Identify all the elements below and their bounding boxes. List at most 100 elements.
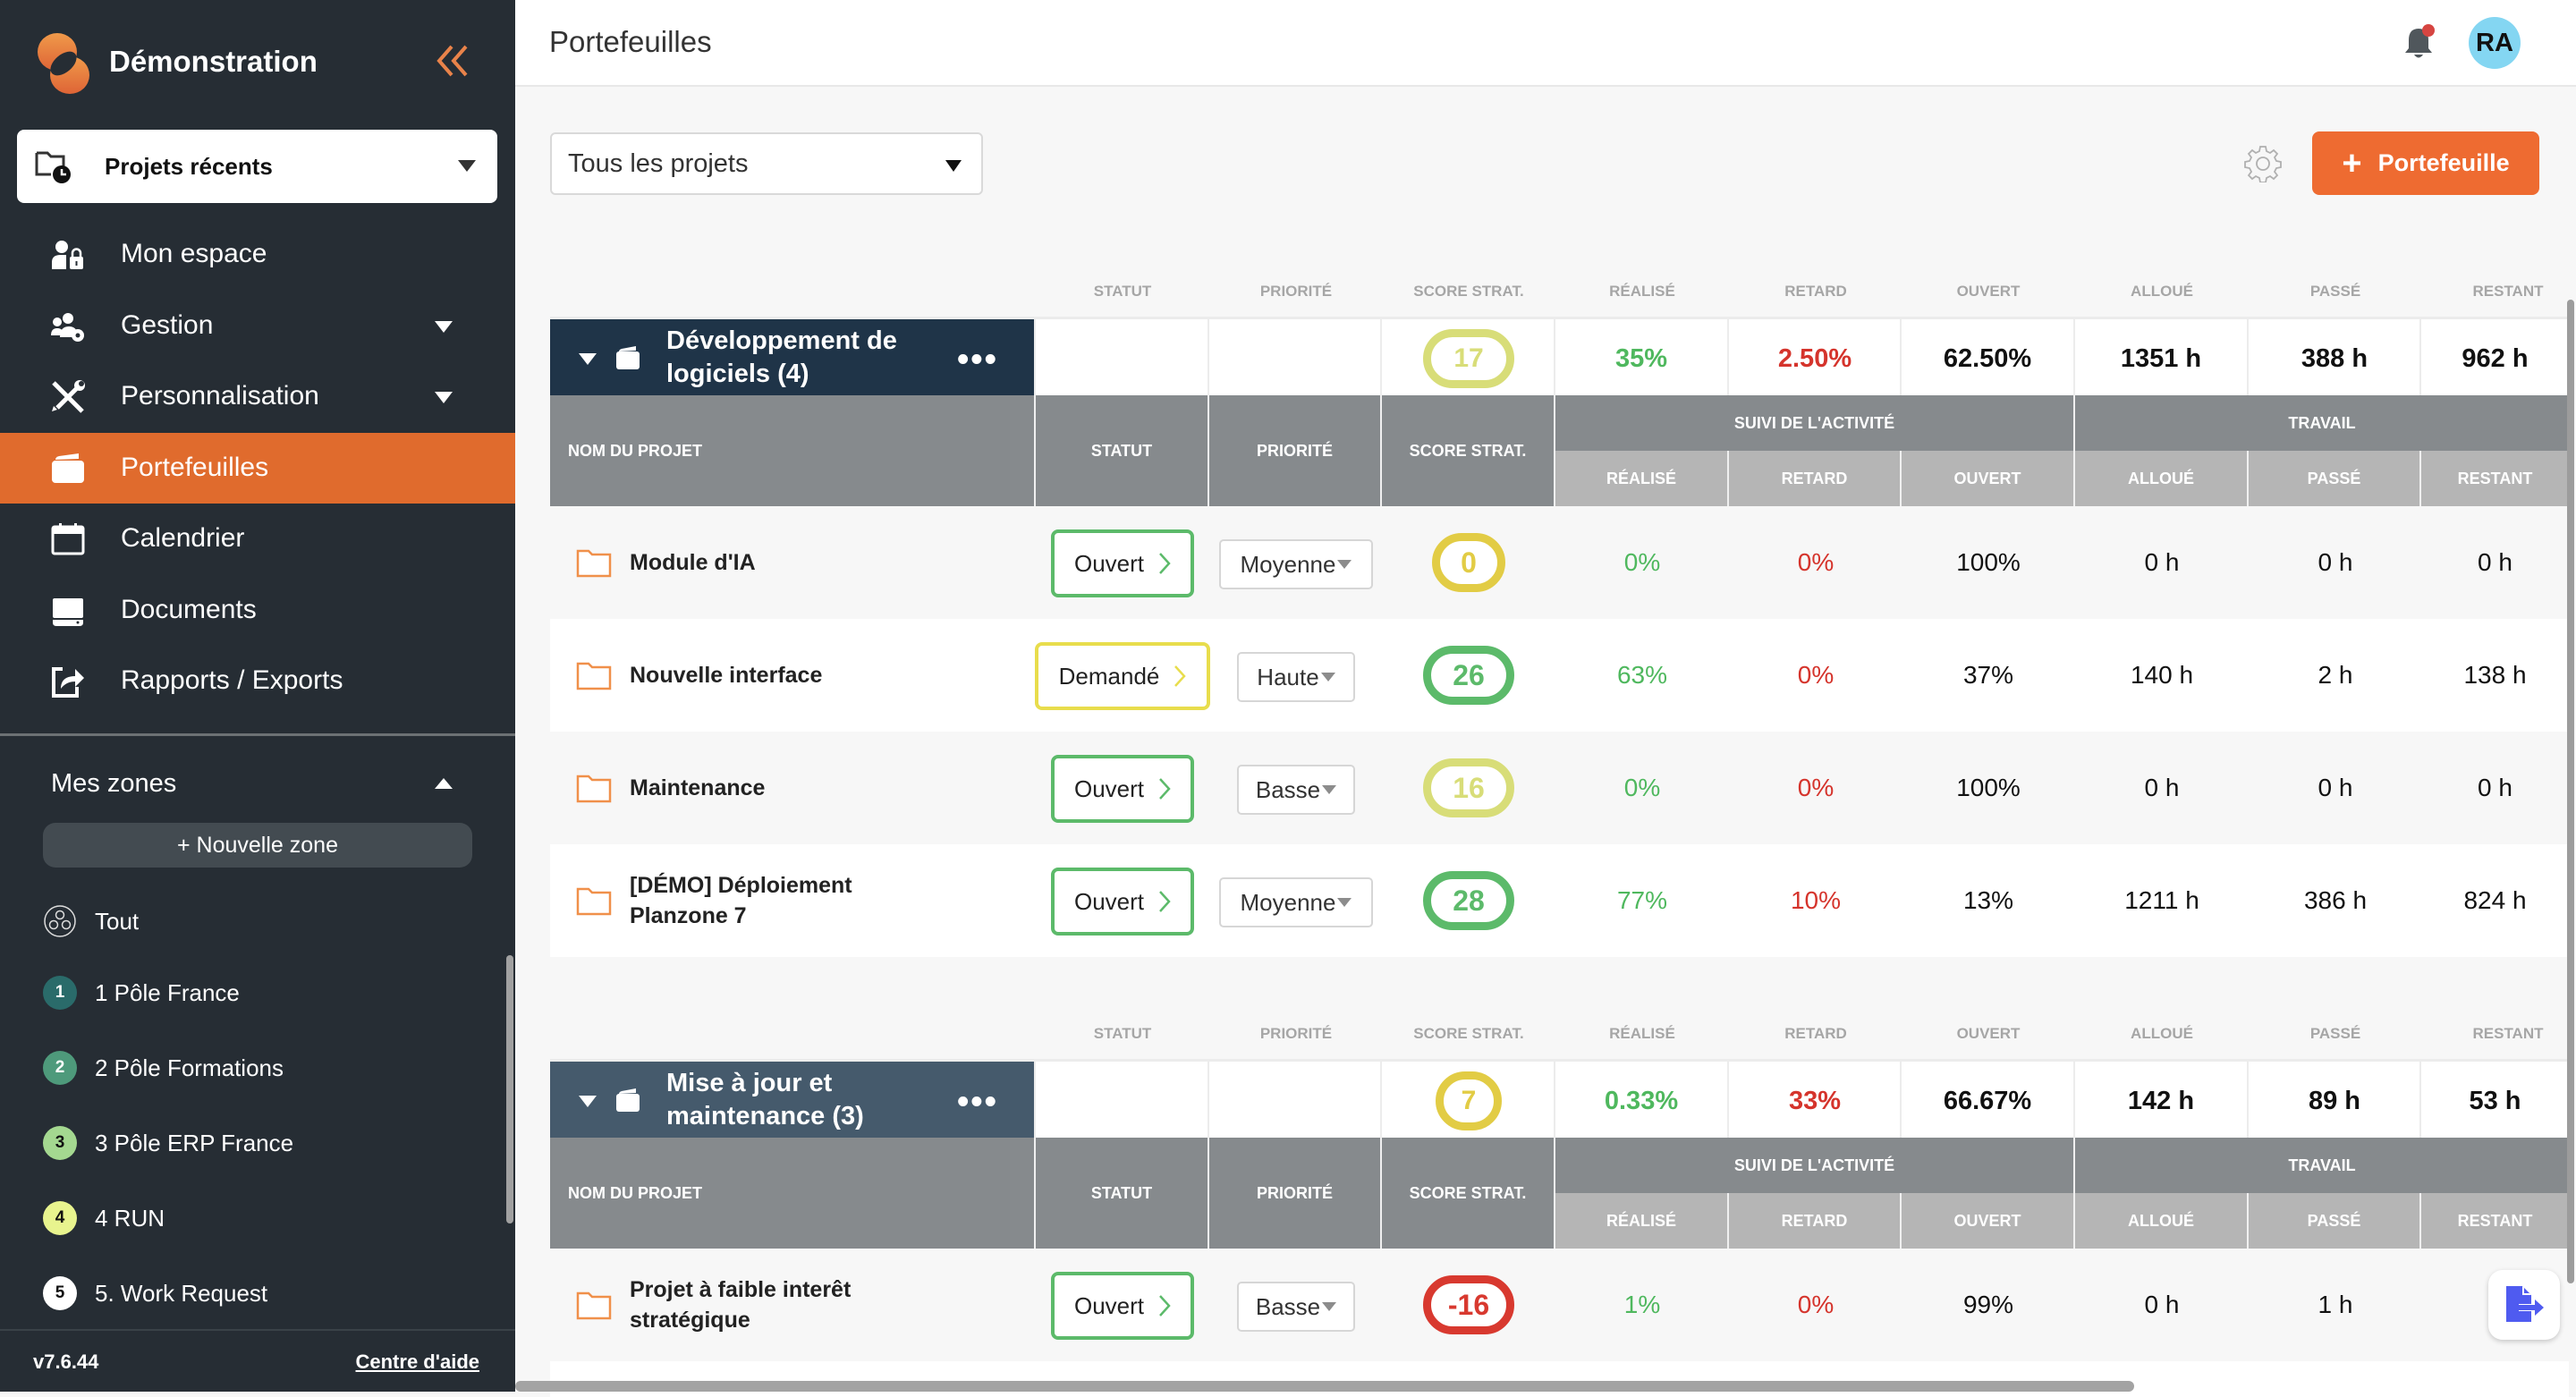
col-head-statut: STATUT	[1093, 1025, 1152, 1042]
cell-passe: 386 h	[2303, 886, 2368, 914]
zone-item[interactable]: 3 3 Pôle ERP France	[43, 1118, 293, 1168]
th-statut[interactable]: STATUT	[1036, 1138, 1209, 1249]
col-head-passe: PASSÉ	[2309, 1025, 2361, 1042]
status-button[interactable]: Demandé	[1035, 642, 1210, 710]
project-name-cell[interactable]: Projet à faible interêt stratégique	[576, 1249, 898, 1361]
status-button[interactable]: Ouvert	[1051, 1272, 1194, 1340]
th-ouvert[interactable]: OUVERT	[1902, 1193, 2075, 1249]
status-button[interactable]: Ouvert	[1051, 529, 1194, 597]
project-name-cell[interactable]: [DÉMO] Déploiement Planzone 7	[576, 844, 898, 957]
status-button[interactable]: Ouvert	[1051, 755, 1194, 823]
more-options-icon[interactable]: •••	[957, 341, 998, 379]
col-head-statut: STATUT	[1093, 283, 1152, 300]
priority-select[interactable]: Moyenne	[1219, 877, 1373, 927]
recent-projects-dropdown[interactable]: Projets récents	[17, 130, 497, 203]
priority-select[interactable]: Basse	[1237, 1282, 1355, 1332]
sidebar-item-gestion[interactable]: Gestion	[0, 291, 515, 362]
project-name-cell[interactable]: Nouvelle interface	[576, 619, 898, 732]
logo-icon	[38, 33, 89, 94]
sidebar-item-label: Portefeuilles	[121, 452, 269, 482]
summary-alloue: 1351 h	[2073, 319, 2247, 398]
cell-restant: 138 h	[2463, 661, 2527, 689]
th-statut[interactable]: STATUT	[1036, 395, 1209, 506]
zone-item-tout[interactable]: Tout	[43, 896, 139, 946]
more-options-icon[interactable]: •••	[957, 1083, 998, 1122]
new-zone-button[interactable]: + Nouvelle zone	[43, 823, 472, 868]
recent-projects-label: Projets récents	[105, 153, 273, 180]
th-passe[interactable]: PASSÉ	[2249, 1193, 2421, 1249]
help-center-link[interactable]: Centre d'aide	[356, 1350, 480, 1374]
th-score[interactable]: SCORE STRAT.	[1382, 1138, 1555, 1249]
collapse-triangle-icon[interactable]	[579, 1096, 597, 1107]
th-nom-projet[interactable]: NOM DU PROJET	[550, 395, 1036, 506]
zone-badge: 2	[43, 1051, 77, 1085]
sidebar-item-personnalisation[interactable]: Personnalisation	[0, 361, 515, 433]
priority-select[interactable]: Haute	[1237, 652, 1355, 702]
add-portfolio-button[interactable]: + Portefeuille	[2312, 131, 2539, 195]
caret-up-icon[interactable]	[435, 778, 453, 789]
zone-label: 2 Pôle Formations	[95, 1054, 284, 1081]
project-name-cell[interactable]: Maintenance	[576, 732, 898, 844]
col-head-score: SCORE STRAT.	[1413, 1025, 1524, 1042]
priority-select[interactable]: Basse	[1237, 765, 1355, 815]
th-passe[interactable]: PASSÉ	[2249, 451, 2421, 506]
sidebar-item-calendrier[interactable]: Calendrier	[0, 504, 515, 575]
status-button[interactable]: Ouvert	[1051, 868, 1194, 936]
th-nom-projet[interactable]: NOM DU PROJET	[550, 1138, 1036, 1249]
project-row[interactable]: Module d'IA Ouvert Moyenne 0 0% 0% 100% …	[550, 506, 2569, 619]
portfolio-title-cell[interactable]: Mise à jour et maintenance (3) •••	[550, 1062, 1034, 1140]
collapse-triangle-icon[interactable]	[579, 353, 597, 365]
project-row[interactable]: [DÉMO] Déploiement Planzone 7 Ouvert Moy…	[550, 844, 2569, 957]
th-realise[interactable]: RÉALISÉ	[1555, 1193, 1729, 1249]
th-retard[interactable]: RETARD	[1729, 451, 1902, 506]
notification-bell-icon[interactable]	[2401, 23, 2436, 63]
zone-item[interactable]: 4 4 RUN	[43, 1193, 165, 1243]
portfolio-title-cell[interactable]: Développement de logiciels (4) •••	[550, 319, 1034, 398]
cell-realise: 77%	[1616, 886, 1668, 914]
zone-item[interactable]: 2 2 Pôle Formations	[43, 1043, 284, 1093]
caret-down-icon	[1322, 1302, 1337, 1311]
chevron-right-icon	[1174, 665, 1187, 687]
vertical-scrollbar[interactable]	[2567, 300, 2574, 1283]
summary-alloue: 142 h	[2073, 1062, 2247, 1140]
project-row[interactable]: Projet à faible interêt stratégique Ouve…	[550, 1249, 2569, 1361]
project-name-cell[interactable]: Module d'IA	[576, 506, 898, 619]
project-name: Maintenance	[630, 775, 766, 800]
status-label: Ouvert	[1073, 1291, 1145, 1319]
zone-item[interactable]: 5 5. Work Request	[43, 1268, 267, 1318]
cell-realise: 0%	[1623, 774, 1661, 801]
th-restant[interactable]: RESTANT	[2421, 1193, 2569, 1249]
zone-item[interactable]: 1 1 Pôle France	[43, 968, 240, 1018]
project-row[interactable]: Maintenance Ouvert Basse 16 0% 0% 100% 0…	[550, 732, 2569, 844]
horizontal-scrollbar[interactable]	[515, 1381, 2134, 1392]
th-priorite[interactable]: PRIORITÉ	[1209, 395, 1382, 506]
th-priorite[interactable]: PRIORITÉ	[1209, 1138, 1382, 1249]
project-name: Projet à faible interêt stratégique	[630, 1277, 852, 1333]
project-row[interactable]: Nouvelle interface Demandé Haute 26 63% …	[550, 619, 2569, 732]
export-button[interactable]	[2488, 1270, 2560, 1340]
user-avatar[interactable]: RA	[2469, 17, 2521, 69]
project-filter-select[interactable]: Tous les projets	[550, 132, 983, 195]
th-retard[interactable]: RETARD	[1729, 1193, 1902, 1249]
sidebar-item-label: Mon espace	[121, 239, 267, 268]
th-ouvert[interactable]: OUVERT	[1902, 451, 2075, 506]
summary-realise: 35%	[1554, 319, 1727, 398]
wallet-icon	[52, 453, 84, 483]
cell-restant: 0 h	[2478, 774, 2512, 801]
th-alloue[interactable]: ALLOUÉ	[2075, 1193, 2249, 1249]
col-head-alloue: ALLOUÉ	[2131, 1025, 2193, 1042]
th-alloue[interactable]: ALLOUÉ	[2075, 451, 2249, 506]
priority-select[interactable]: Moyenne	[1219, 539, 1373, 589]
settings-gear-icon[interactable]	[2244, 145, 2282, 182]
sidebar-item-documents[interactable]: Documents	[0, 575, 515, 647]
th-restant[interactable]: RESTANT	[2421, 451, 2569, 506]
brand-logo[interactable]	[36, 33, 91, 94]
collapse-sidebar-button[interactable]	[434, 41, 473, 80]
th-score[interactable]: SCORE STRAT.	[1382, 395, 1555, 506]
sidebar-scrollbar[interactable]	[506, 955, 513, 1223]
sidebar-item-portefeuilles[interactable]: Portefeuilles	[0, 432, 515, 504]
sidebar-item-rapports-exports[interactable]: Rapports / Exports	[0, 646, 515, 717]
folder-icon	[576, 775, 612, 803]
sidebar-item-mon-espace[interactable]: Mon espace	[0, 219, 515, 291]
th-realise[interactable]: RÉALISÉ	[1555, 451, 1729, 506]
